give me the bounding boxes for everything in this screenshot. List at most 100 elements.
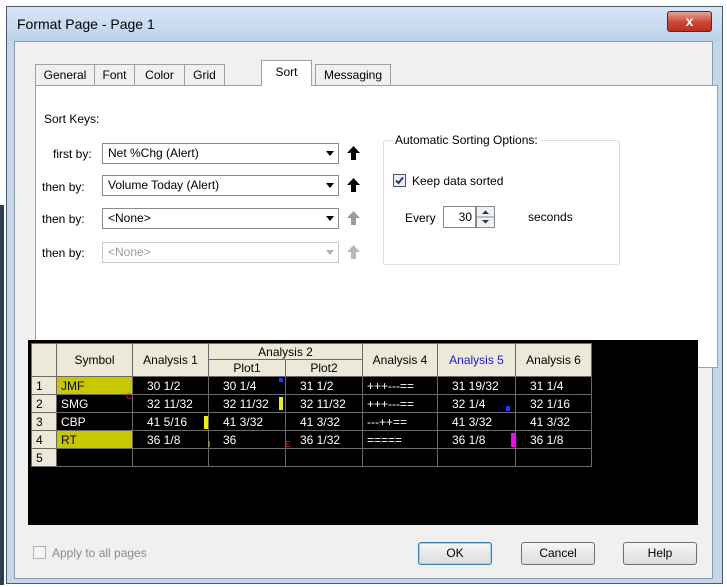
then-by-label-3: then by: bbox=[42, 246, 85, 260]
plot1-cell[interactable]: 32 11/32 bbox=[208, 394, 286, 413]
analysis6-cell[interactable]: 41 3/32 bbox=[515, 412, 592, 431]
plot2-cell[interactable]: 31 1/2 bbox=[285, 376, 363, 395]
cancel-button[interactable]: Cancel bbox=[521, 542, 595, 565]
table-row[interactable]: 5 bbox=[31, 448, 592, 467]
keep-sorted-checkbox[interactable] bbox=[393, 174, 406, 187]
analysis1-cell[interactable] bbox=[132, 448, 209, 467]
help-button[interactable]: Help bbox=[623, 542, 697, 565]
corner-header bbox=[31, 343, 57, 377]
plot1-cell[interactable]: 41 3/32 bbox=[208, 412, 286, 431]
analysis4-cell[interactable]: ===== bbox=[362, 430, 438, 449]
tab-messaging[interactable]: Messaging bbox=[315, 64, 391, 85]
interval-spinner[interactable] bbox=[476, 206, 495, 228]
table-row[interactable]: 4 RT 36 1/8 36 36 1/32 ===== 36 1/8 36 1… bbox=[31, 430, 592, 449]
then-by-select-3[interactable]: <None> bbox=[102, 242, 339, 263]
yellow-bar-marker bbox=[204, 416, 208, 429]
symbol-cell[interactable]: JMF bbox=[56, 376, 133, 395]
move-up-arrow-icon[interactable] bbox=[343, 175, 364, 196]
marker-e: E bbox=[285, 440, 291, 449]
checkmark-icon bbox=[395, 176, 404, 185]
row-number: 2 bbox=[31, 394, 57, 413]
chevron-down-icon bbox=[326, 151, 334, 156]
analysis6-header[interactable]: Analysis 6 bbox=[515, 343, 592, 377]
move-up-arrow-icon[interactable] bbox=[343, 208, 364, 229]
row-number: 3 bbox=[31, 412, 57, 431]
analysis4-cell[interactable] bbox=[362, 448, 438, 467]
analysis2-header[interactable]: Analysis 2 bbox=[208, 343, 363, 360]
symbol-cell[interactable]: RT bbox=[56, 430, 133, 449]
then-by-value-2: <None> bbox=[108, 211, 151, 225]
blue-corner-marker bbox=[506, 406, 510, 411]
row-number: 1 bbox=[31, 376, 57, 395]
move-up-arrow-icon bbox=[347, 245, 360, 259]
tab-grid[interactable]: Grid bbox=[184, 64, 225, 85]
plot2-cell[interactable] bbox=[285, 448, 363, 467]
then-by-value-1: Volume Today (Alert) bbox=[108, 178, 220, 192]
preview-table: Symbol Analysis 1 Analysis 2 Analysis 4 … bbox=[31, 343, 592, 467]
table-row[interactable]: 1 JMF 30 1/2 30 1/4 31 1/2 +++---== 31 1… bbox=[31, 376, 592, 395]
close-button[interactable]: x bbox=[667, 11, 712, 32]
title-bar[interactable]: Format Page - Page 1 x bbox=[7, 7, 722, 41]
seconds-label: seconds bbox=[528, 210, 573, 224]
chevron-down-icon bbox=[326, 216, 334, 221]
tab-font[interactable]: Font bbox=[94, 64, 135, 85]
tab-sort[interactable]: Sort bbox=[261, 60, 312, 86]
analysis5-header[interactable]: Analysis 5 bbox=[437, 343, 516, 377]
row-number: 4 bbox=[31, 430, 57, 449]
chevron-down-icon bbox=[326, 250, 334, 255]
tab-color[interactable]: Color bbox=[134, 64, 185, 85]
plot2-cell[interactable]: 36 1/32 bbox=[285, 430, 363, 449]
analysis5-cell[interactable]: 41 3/32 bbox=[437, 412, 516, 431]
analysis4-cell[interactable]: +++---== bbox=[362, 376, 438, 395]
plot2-cell[interactable]: 41 3/32 bbox=[285, 412, 363, 431]
plot2-header[interactable]: Plot2 bbox=[285, 359, 363, 377]
close-icon: x bbox=[685, 13, 694, 29]
table-row[interactable]: 3 CBP 41 5/16 41 3/32 41 3/32 ---++== 41… bbox=[31, 412, 592, 431]
analysis1-cell[interactable]: 32 11/32 bbox=[132, 394, 209, 413]
analysis4-header[interactable]: Analysis 4 bbox=[362, 343, 438, 377]
move-up-arrow-icon[interactable] bbox=[343, 143, 364, 164]
spinner-arrows-icon[interactable] bbox=[477, 207, 494, 227]
analysis6-cell[interactable]: 32 1/16 bbox=[515, 394, 592, 413]
dialog-title: Format Page - Page 1 bbox=[17, 16, 155, 32]
marker-i: I bbox=[208, 440, 211, 449]
then-by-select-2[interactable]: <None> bbox=[102, 208, 339, 229]
every-label: Every bbox=[405, 211, 436, 225]
interval-input[interactable]: 30 bbox=[443, 206, 476, 228]
plot1-header[interactable]: Plot1 bbox=[208, 359, 286, 377]
analysis5-cell[interactable]: 36 1/8 bbox=[437, 430, 516, 449]
tab-general[interactable]: General bbox=[35, 64, 95, 85]
analysis1-cell[interactable]: 30 1/2 bbox=[132, 376, 209, 395]
analysis6-cell[interactable]: 31 1/4 bbox=[515, 376, 592, 395]
symbol-header[interactable]: Symbol bbox=[56, 343, 133, 377]
first-by-label: first by: bbox=[53, 147, 92, 161]
symbol-cell[interactable]: SMG bbox=[56, 394, 133, 413]
plot1-cell[interactable]: 36 bbox=[208, 430, 286, 449]
then-by-select-1[interactable]: Volume Today (Alert) bbox=[102, 175, 339, 196]
analysis1-cell[interactable]: 36 1/8 bbox=[132, 430, 209, 449]
then-by-value-3: <None> bbox=[108, 245, 151, 259]
analysis5-cell[interactable]: 32 1/4 bbox=[437, 394, 516, 413]
analysis1-cell[interactable]: 41 5/16 bbox=[132, 412, 209, 431]
row-number: 5 bbox=[31, 448, 57, 467]
sort-keys-heading: Sort Keys: bbox=[44, 112, 100, 126]
analysis4-cell[interactable]: +++---== bbox=[362, 394, 438, 413]
ok-button[interactable]: OK bbox=[418, 542, 492, 565]
analysis1-header[interactable]: Analysis 1 bbox=[132, 343, 209, 377]
analysis4-cell[interactable]: ---++== bbox=[362, 412, 438, 431]
magenta-bar-marker bbox=[511, 433, 515, 447]
plot1-cell[interactable] bbox=[208, 448, 286, 467]
plot1-cell[interactable]: 30 1/4 bbox=[208, 376, 286, 395]
preview-grid: Symbol Analysis 1 Analysis 2 Analysis 4 … bbox=[28, 340, 698, 525]
symbol-cell[interactable]: CBP bbox=[56, 412, 133, 431]
apply-all-checkbox[interactable] bbox=[33, 546, 46, 559]
plot2-cell[interactable]: 32 11/32 bbox=[285, 394, 363, 413]
then-by-label-2: then by: bbox=[42, 212, 85, 226]
analysis5-cell[interactable]: 31 19/32 bbox=[437, 376, 516, 395]
analysis6-cell[interactable]: 36 1/8 bbox=[515, 430, 592, 449]
chevron-down-icon bbox=[326, 183, 334, 188]
analysis6-cell[interactable] bbox=[515, 448, 592, 467]
first-by-select[interactable]: Net %Chg (Alert) bbox=[102, 143, 339, 164]
symbol-cell[interactable] bbox=[56, 448, 133, 467]
analysis5-cell[interactable] bbox=[437, 448, 516, 467]
